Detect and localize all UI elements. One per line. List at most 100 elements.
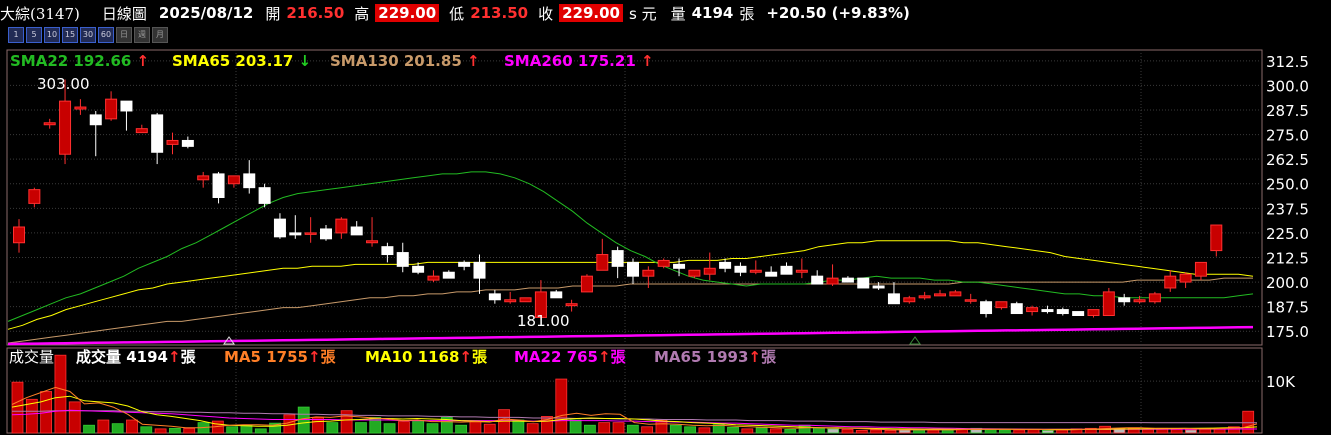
y-tick-label: 250.0 [1266, 176, 1309, 194]
candle-body [995, 301, 1008, 309]
volume-bar [727, 426, 739, 434]
candle-body [949, 291, 962, 297]
volume-bar [626, 424, 639, 434]
y-tick-label: 312.5 [1266, 53, 1309, 71]
candle-body [473, 261, 486, 279]
unit-label: 張 [181, 348, 197, 366]
volume-bar [569, 419, 582, 434]
sma-legend-item: SMA22 192.66 ↑ [10, 52, 149, 70]
unit-label: 張 [611, 348, 627, 366]
volume-bar [984, 428, 997, 434]
candle-body [197, 175, 210, 181]
marker-triangle-icon [909, 336, 921, 345]
candle-body [734, 265, 747, 273]
candle-body [964, 299, 977, 302]
candle-body [980, 301, 993, 315]
y-tick-label: 300.0 [1266, 77, 1309, 95]
volume-bar [612, 422, 625, 434]
volume-bar [1041, 430, 1054, 434]
y-tick-label: 187.5 [1266, 299, 1309, 317]
trend-arrow-icon: ↑ [137, 52, 150, 70]
volume-bar [226, 426, 239, 434]
volume-bar [426, 423, 439, 434]
volume-legend-item: MA65 1993↑張 [654, 348, 777, 366]
volume-bar [555, 378, 568, 434]
candle-body [887, 293, 900, 305]
high-annotation: 303.00 [37, 75, 90, 93]
candle-body [366, 240, 379, 244]
candle-body [427, 275, 440, 281]
trend-arrow-icon: ↑ [598, 348, 611, 366]
volume-bar [1185, 429, 1197, 434]
candle-body [350, 226, 363, 236]
volume-bar [1170, 428, 1183, 434]
candle-body [74, 106, 87, 110]
volume-bar [97, 419, 110, 434]
y-tick-label: 237.5 [1266, 200, 1309, 218]
volume-bar [855, 430, 868, 434]
volume-bar [526, 423, 539, 434]
candle-body [120, 100, 133, 112]
volume-bar [784, 428, 797, 434]
candle-body [673, 263, 686, 269]
candle-body [442, 271, 455, 279]
volume-bar [1027, 428, 1040, 434]
unit-label: 張 [472, 348, 488, 366]
candle-body [1087, 309, 1100, 317]
y-tick-label: 275.0 [1266, 127, 1309, 145]
sma260-line [7, 325, 1254, 346]
volume-bar [684, 426, 696, 434]
volume-bar [68, 401, 81, 434]
volume-bar [698, 427, 711, 434]
volume-panel-title: 成交量 [9, 348, 54, 366]
low-annotation: 181.00 [517, 312, 570, 330]
trend-arrow-icon: ↑ [641, 52, 654, 70]
candle-body [1179, 273, 1192, 283]
candle-body [795, 269, 808, 273]
volume-bar [397, 421, 410, 434]
volume-bar [827, 428, 840, 434]
volume-bar [169, 427, 181, 434]
volume-legend-item: MA5 1755↑張 [224, 348, 337, 366]
candle-body [1164, 275, 1177, 289]
candle-body [703, 267, 716, 275]
candle-body [934, 293, 946, 297]
volume-bar [297, 406, 310, 434]
sma22-line [7, 171, 1254, 322]
volume-bar [712, 424, 725, 434]
candle-body [1133, 299, 1146, 303]
volume-bar [412, 420, 425, 434]
candle-body [105, 98, 118, 120]
volume-bar [126, 419, 138, 434]
candle-body [749, 269, 762, 273]
candle-body [872, 285, 885, 289]
candle-body [28, 189, 41, 204]
y-tick-label: 200.0 [1266, 274, 1309, 292]
volume-bar [1242, 410, 1255, 434]
y-tick-label: 262.5 [1266, 151, 1309, 169]
trend-arrow-icon: ↓ [299, 52, 312, 70]
candle-body [719, 261, 732, 269]
volume-legend-item: 成交量 4194↑張 [76, 348, 197, 366]
candle-body [89, 114, 102, 126]
candlestick-chart: 312.5 300.0 287.5 275.0 262.5 250.0 237.5 225.0… [6, 49, 1309, 434]
sma65-line [7, 240, 1254, 330]
candle-body [320, 228, 332, 240]
volume-bar [798, 424, 811, 434]
candle-body [289, 232, 302, 236]
candle-body [688, 269, 701, 277]
volume-bar [183, 427, 196, 434]
candle-body [13, 226, 25, 244]
volume-bar [111, 423, 124, 434]
volume-bar [755, 427, 768, 434]
sma-legend-item: SMA130 201.85 ↑ [330, 52, 480, 70]
candle-body [396, 252, 409, 267]
volume-bar [641, 426, 654, 434]
candle-body [1194, 261, 1207, 277]
volume-bar [154, 428, 167, 434]
candle-body [43, 122, 56, 126]
candle-body [811, 275, 824, 285]
unit-label: 張 [761, 348, 777, 366]
candle-body [335, 218, 348, 234]
volume-bar [469, 421, 482, 434]
